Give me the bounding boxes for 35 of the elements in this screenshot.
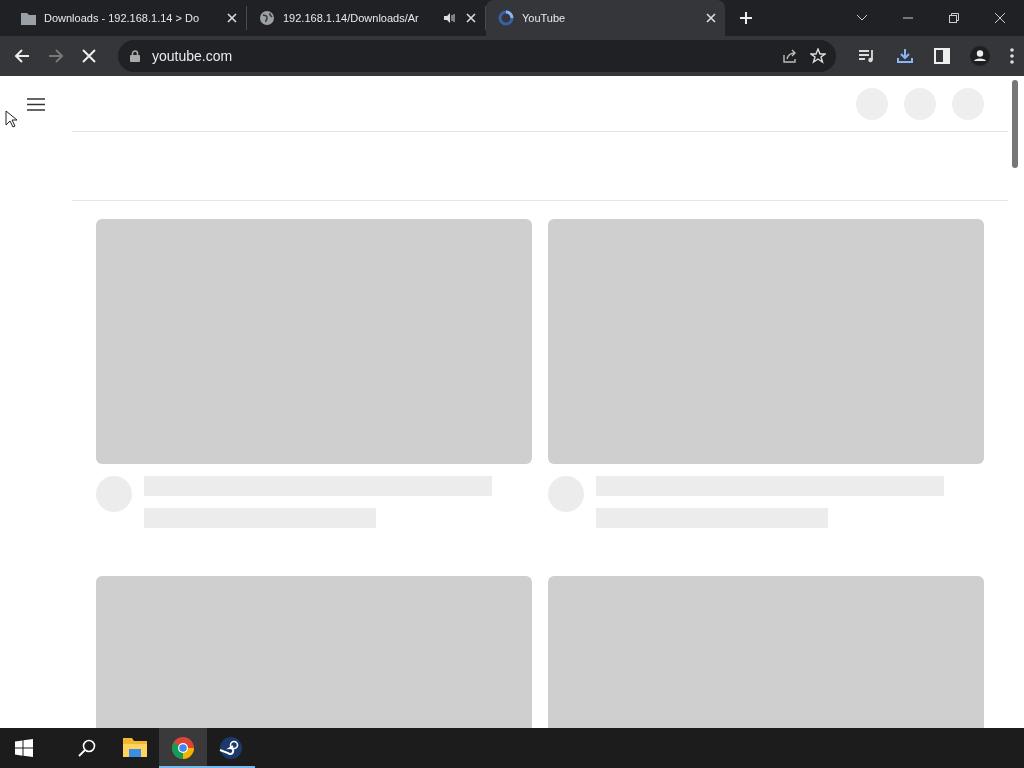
browser-tab[interactable]: Downloads - 192.168.1.14 > Do bbox=[8, 6, 247, 30]
folder-icon bbox=[20, 10, 36, 26]
globe-icon bbox=[259, 10, 275, 26]
new-tab-icon[interactable] bbox=[739, 11, 753, 25]
side-panel-icon[interactable] bbox=[934, 48, 950, 64]
star-icon[interactable] bbox=[810, 48, 826, 64]
chrome-icon bbox=[171, 736, 195, 760]
lock-icon bbox=[130, 50, 140, 62]
more-menu-icon[interactable] bbox=[1010, 48, 1014, 64]
menu-icon[interactable] bbox=[27, 97, 45, 111]
close-icon[interactable] bbox=[705, 12, 717, 24]
scrollbar-thumb[interactable] bbox=[1012, 80, 1018, 168]
profile-icon[interactable] bbox=[970, 46, 990, 66]
close-icon[interactable] bbox=[226, 12, 238, 24]
folder-icon bbox=[123, 735, 147, 759]
loading-icon bbox=[498, 10, 514, 26]
playlist-icon[interactable] bbox=[858, 48, 876, 64]
close-icon[interactable] bbox=[465, 12, 477, 24]
mouse-cursor-icon bbox=[5, 110, 17, 128]
forward-icon[interactable] bbox=[48, 48, 64, 64]
download-icon[interactable] bbox=[896, 48, 914, 64]
stop-icon[interactable] bbox=[82, 49, 96, 63]
share-icon[interactable] bbox=[782, 48, 798, 64]
windows-start-icon[interactable] bbox=[15, 739, 33, 757]
chevron-down-icon[interactable] bbox=[856, 14, 868, 22]
speaker-icon[interactable] bbox=[443, 12, 455, 24]
steam-icon bbox=[219, 736, 243, 760]
search-icon[interactable] bbox=[78, 739, 96, 757]
restore-icon[interactable] bbox=[948, 12, 960, 24]
address-bar[interactable]: youtube.com bbox=[118, 40, 836, 72]
browser-tab[interactable]: YouTube bbox=[486, 0, 725, 36]
back-icon[interactable] bbox=[14, 48, 30, 64]
close-icon[interactable] bbox=[994, 12, 1006, 24]
browser-tab[interactable]: 192.168.1.14/Downloads/Ar bbox=[247, 6, 486, 30]
taskbar-button[interactable] bbox=[159, 728, 207, 768]
